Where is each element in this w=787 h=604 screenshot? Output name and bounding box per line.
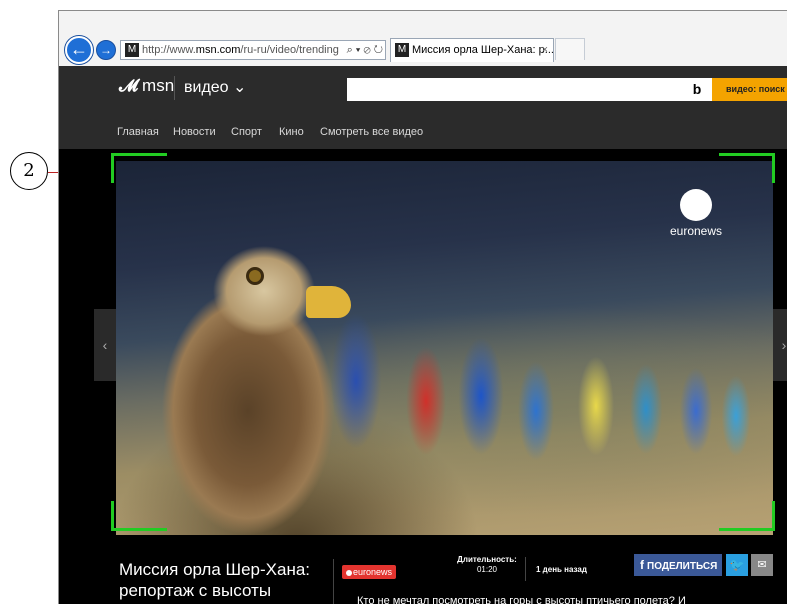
msn-butterfly-icon: 𝓜 — [119, 76, 139, 95]
mail-icon: ✉ — [757, 559, 767, 571]
address-bar[interactable]: Mhttp://www.msn.com/ru-ru/video/trending… — [120, 40, 386, 60]
email-share-button[interactable]: ✉ — [751, 554, 773, 576]
frame-corner-bottom-right — [719, 501, 775, 531]
frame-corner-top-left — [111, 153, 167, 183]
duration-block: Длительность: 01:20 — [452, 555, 522, 575]
forward-button[interactable]: → — [96, 40, 116, 60]
callout-marker: 2 — [10, 152, 48, 190]
nav-item-sport[interactable]: Спорт — [231, 126, 262, 138]
info-divider — [333, 559, 334, 604]
video-search-button[interactable]: видео: поиск — [712, 78, 787, 101]
header-divider — [174, 76, 175, 100]
callout-number: 2 — [23, 160, 35, 181]
back-button[interactable]: ← — [65, 36, 93, 64]
source-badge[interactable]: euronews — [342, 565, 397, 579]
meta-divider — [525, 557, 526, 581]
euronews-watermark: euronews — [651, 189, 741, 238]
euronews-dot-icon — [346, 569, 352, 576]
tab-favicon-icon: M — [395, 43, 409, 58]
video-description: Кто не мечтал посмотреть на горы с высот… — [357, 595, 686, 604]
new-tab-button[interactable] — [555, 38, 585, 60]
nav-item-home[interactable]: Главная — [117, 126, 159, 138]
video-title: Миссия орла Шер-Хана: репортаж с высоты — [119, 560, 311, 600]
nav-item-all-videos[interactable]: Смотреть все видео — [320, 126, 423, 138]
video-info-bar: Миссия орла Шер-Хана: репортаж с высоты … — [59, 535, 787, 604]
source-name: euronews — [353, 567, 393, 577]
search-input[interactable] — [347, 78, 682, 101]
eagle-beak — [306, 286, 351, 318]
url-host: msn.com — [195, 44, 241, 56]
duration-value: 01:20 — [476, 565, 498, 574]
duration-label: Длительность: — [457, 555, 517, 564]
video-player[interactable]: euronews — [116, 161, 773, 539]
tab-close-icon[interactable]: × — [542, 39, 548, 61]
twitter-share-button[interactable]: 🐦 — [726, 554, 748, 576]
nav-item-news[interactable]: Новости — [173, 126, 216, 138]
nav-item-cinema[interactable]: Кино — [279, 126, 304, 138]
category-nav: Главная Новости Спорт Кино Смотреть все … — [59, 114, 787, 149]
url-prefix: http://www. — [142, 44, 196, 56]
msn-logo-text: msn — [142, 76, 175, 95]
facebook-icon: f — [640, 558, 644, 572]
url-path: /ru-ru/video/trending — [240, 44, 339, 56]
msn-logo[interactable]: 𝓜msn — [119, 76, 174, 96]
euronews-logo-icon — [680, 189, 712, 221]
twitter-icon: 🐦 — [729, 558, 745, 572]
browser-toolbar: ← → Mhttp://www.msn.com/ru-ru/video/tren… — [59, 11, 787, 66]
frame-corner-top-right — [719, 153, 775, 183]
share-label: ПОДЕЛИТЬСЯ — [647, 561, 718, 572]
facebook-share-button[interactable]: f ПОДЕЛИТЬСЯ — [634, 554, 722, 576]
published-age: 1 день назад — [536, 565, 587, 574]
previous-video-arrow-icon[interactable]: ‹ — [94, 309, 116, 381]
tab-title: Миссия орла Шер-Хана: р... — [412, 44, 554, 56]
browser-tab-active[interactable]: M Миссия орла Шер-Хана: р... × — [390, 38, 554, 62]
frame-corner-bottom-left — [111, 501, 167, 531]
next-video-arrow-icon[interactable]: › — [773, 309, 787, 381]
msn-favicon-icon: M — [125, 43, 139, 58]
bing-icon: b — [682, 78, 712, 101]
msn-header: 𝓜msn видео ⌄ b видео: поиск — [59, 66, 787, 114]
address-actions-icon[interactable]: ⌕ ▾ ⊘ ↻ — [343, 41, 383, 59]
eagle-eye — [246, 267, 264, 285]
section-dropdown[interactable]: видео ⌄ — [184, 77, 246, 97]
watermark-text: euronews — [669, 224, 723, 238]
browser-window: ← → Mhttp://www.msn.com/ru-ru/video/tren… — [58, 10, 787, 604]
